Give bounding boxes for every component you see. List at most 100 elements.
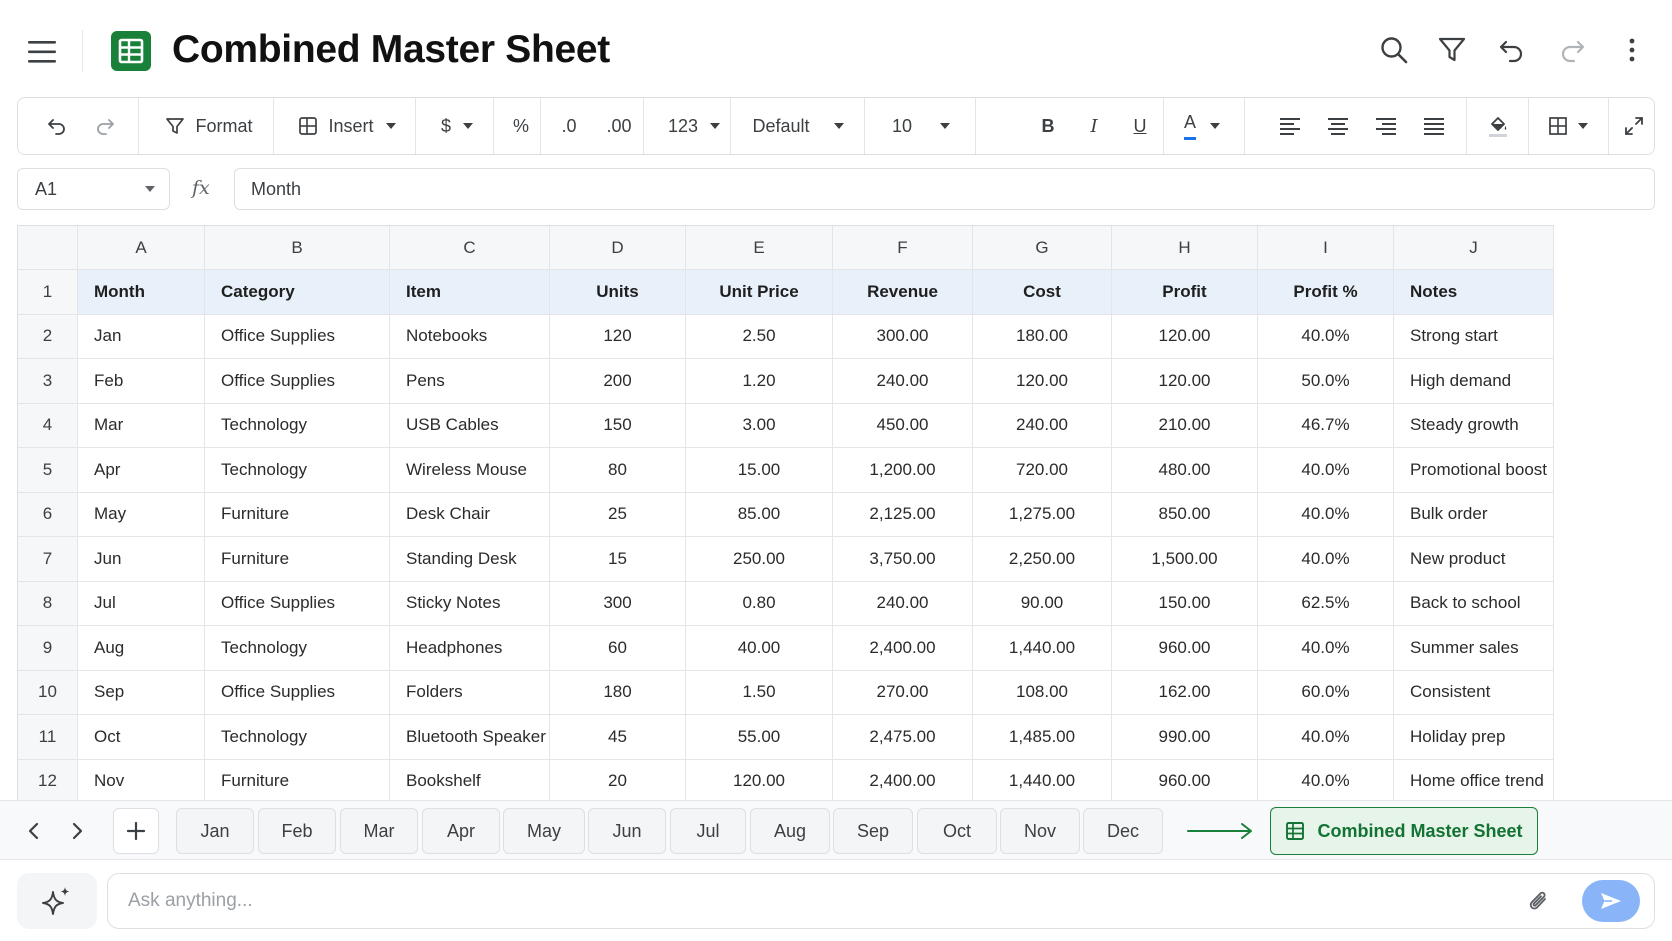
table-cell[interactable]: Pens xyxy=(390,359,550,404)
table-cell[interactable]: 3.00 xyxy=(686,403,833,448)
format-button[interactable]: Format xyxy=(156,98,262,154)
send-button[interactable] xyxy=(1582,880,1640,922)
bold-button[interactable]: B xyxy=(1030,98,1066,154)
header-cell[interactable]: Profit xyxy=(1112,270,1258,315)
text-color-dropdown[interactable]: A xyxy=(1173,98,1231,154)
table-cell[interactable]: 1,440.00 xyxy=(973,626,1112,671)
table-cell[interactable]: 480.00 xyxy=(1112,448,1258,493)
table-cell[interactable]: 990.00 xyxy=(1112,715,1258,760)
tab-combined-master-sheet[interactable]: Combined Master Sheet xyxy=(1270,807,1538,855)
table-cell[interactable]: 45 xyxy=(550,715,686,760)
column-header-g[interactable]: G xyxy=(973,226,1112,270)
table-cell[interactable]: 240.00 xyxy=(833,581,973,626)
table-cell[interactable]: Apr xyxy=(78,448,205,493)
align-right-icon[interactable] xyxy=(1367,98,1405,154)
select-all-corner[interactable] xyxy=(18,226,78,270)
column-header-j[interactable]: J xyxy=(1394,226,1554,270)
table-cell[interactable]: 2,400.00 xyxy=(833,759,973,804)
tab-jun[interactable]: Jun xyxy=(588,808,666,854)
header-cell[interactable]: Item xyxy=(390,270,550,315)
table-cell[interactable]: 960.00 xyxy=(1112,759,1258,804)
hamburger-menu-icon[interactable] xyxy=(26,38,60,66)
table-cell[interactable]: 210.00 xyxy=(1112,403,1258,448)
tab-sep[interactable]: Sep xyxy=(833,808,913,854)
tab-mar[interactable]: Mar xyxy=(340,808,418,854)
table-cell[interactable]: Notebooks xyxy=(390,314,550,359)
table-cell[interactable]: 0.80 xyxy=(686,581,833,626)
tab-dec[interactable]: Dec xyxy=(1083,808,1163,854)
table-cell[interactable]: 60 xyxy=(550,626,686,671)
column-header-i[interactable]: I xyxy=(1258,226,1394,270)
align-left-icon[interactable] xyxy=(1271,98,1309,154)
table-cell[interactable]: 2,400.00 xyxy=(833,626,973,671)
table-cell[interactable]: Summer sales xyxy=(1394,626,1554,671)
table-cell[interactable]: Technology xyxy=(205,715,390,760)
header-cell[interactable]: Profit % xyxy=(1258,270,1394,315)
row-number[interactable]: 4 xyxy=(18,403,78,448)
table-cell[interactable]: Aug xyxy=(78,626,205,671)
table-cell[interactable]: 120 xyxy=(550,314,686,359)
table-cell[interactable]: Wireless Mouse xyxy=(390,448,550,493)
table-cell[interactable]: 120.00 xyxy=(973,359,1112,404)
insert-button[interactable]: Insert xyxy=(290,98,404,154)
undo-icon[interactable] xyxy=(1496,34,1528,66)
table-cell[interactable]: 20 xyxy=(550,759,686,804)
search-icon[interactable] xyxy=(1378,34,1410,66)
header-cell[interactable]: Unit Price xyxy=(686,270,833,315)
table-cell[interactable]: 2,475.00 xyxy=(833,715,973,760)
table-cell[interactable]: 1,485.00 xyxy=(973,715,1112,760)
column-header-e[interactable]: E xyxy=(686,226,833,270)
table-cell[interactable]: Desk Chair xyxy=(390,492,550,537)
row-number[interactable]: 6 xyxy=(18,492,78,537)
align-center-icon[interactable] xyxy=(1319,98,1357,154)
table-cell[interactable]: Standing Desk xyxy=(390,537,550,582)
toolbar-redo-icon[interactable] xyxy=(86,98,124,154)
table-cell[interactable]: 46.7% xyxy=(1258,403,1394,448)
table-cell[interactable]: 55.00 xyxy=(686,715,833,760)
table-cell[interactable]: 2.50 xyxy=(686,314,833,359)
number-format-dropdown[interactable]: 123 xyxy=(658,98,730,154)
expand-icon[interactable] xyxy=(1616,98,1652,154)
tab-jul[interactable]: Jul xyxy=(670,808,746,854)
table-cell[interactable]: 40.0% xyxy=(1258,537,1394,582)
table-cell[interactable]: Oct xyxy=(78,715,205,760)
table-cell[interactable]: Sep xyxy=(78,670,205,715)
header-cell[interactable]: Units xyxy=(550,270,686,315)
header-cell[interactable]: Month xyxy=(78,270,205,315)
row-number[interactable]: 8 xyxy=(18,581,78,626)
table-cell[interactable]: 90.00 xyxy=(973,581,1112,626)
table-cell[interactable]: High demand xyxy=(1394,359,1554,404)
table-cell[interactable]: 1,440.00 xyxy=(973,759,1112,804)
table-cell[interactable]: 1,275.00 xyxy=(973,492,1112,537)
table-cell[interactable]: Feb xyxy=(78,359,205,404)
table-cell[interactable]: Sticky Notes xyxy=(390,581,550,626)
table-cell[interactable]: Technology xyxy=(205,448,390,493)
table-cell[interactable]: 108.00 xyxy=(973,670,1112,715)
table-cell[interactable]: Bluetooth Speaker xyxy=(390,715,550,760)
decrease-decimal-button[interactable]: .0 xyxy=(550,98,588,154)
paperclip-icon[interactable] xyxy=(1527,889,1551,915)
table-cell[interactable]: Back to school xyxy=(1394,581,1554,626)
table-cell[interactable]: Office Supplies xyxy=(205,670,390,715)
sparkle-icon[interactable] xyxy=(17,873,97,929)
table-cell[interactable]: 450.00 xyxy=(833,403,973,448)
table-cell[interactable]: 270.00 xyxy=(833,670,973,715)
table-cell[interactable]: 720.00 xyxy=(973,448,1112,493)
column-header-d[interactable]: D xyxy=(550,226,686,270)
more-vert-icon[interactable] xyxy=(1616,34,1648,66)
column-header-a[interactable]: A xyxy=(78,226,205,270)
table-cell[interactable]: 80 xyxy=(550,448,686,493)
ask-input[interactable]: Ask anything... xyxy=(107,873,1655,929)
formula-input[interactable]: Month xyxy=(234,168,1655,210)
table-cell[interactable]: Mar xyxy=(78,403,205,448)
table-cell[interactable]: 1,200.00 xyxy=(833,448,973,493)
row-number[interactable]: 5 xyxy=(18,448,78,493)
tab-nov[interactable]: Nov xyxy=(1000,808,1080,854)
table-cell[interactable]: Nov xyxy=(78,759,205,804)
redo-icon[interactable] xyxy=(1556,34,1588,66)
row-number[interactable]: 9 xyxy=(18,626,78,671)
table-cell[interactable]: Folders xyxy=(390,670,550,715)
table-cell[interactable]: 25 xyxy=(550,492,686,537)
underline-button[interactable]: U xyxy=(1122,98,1158,154)
toolbar-undo-icon[interactable] xyxy=(38,98,76,154)
